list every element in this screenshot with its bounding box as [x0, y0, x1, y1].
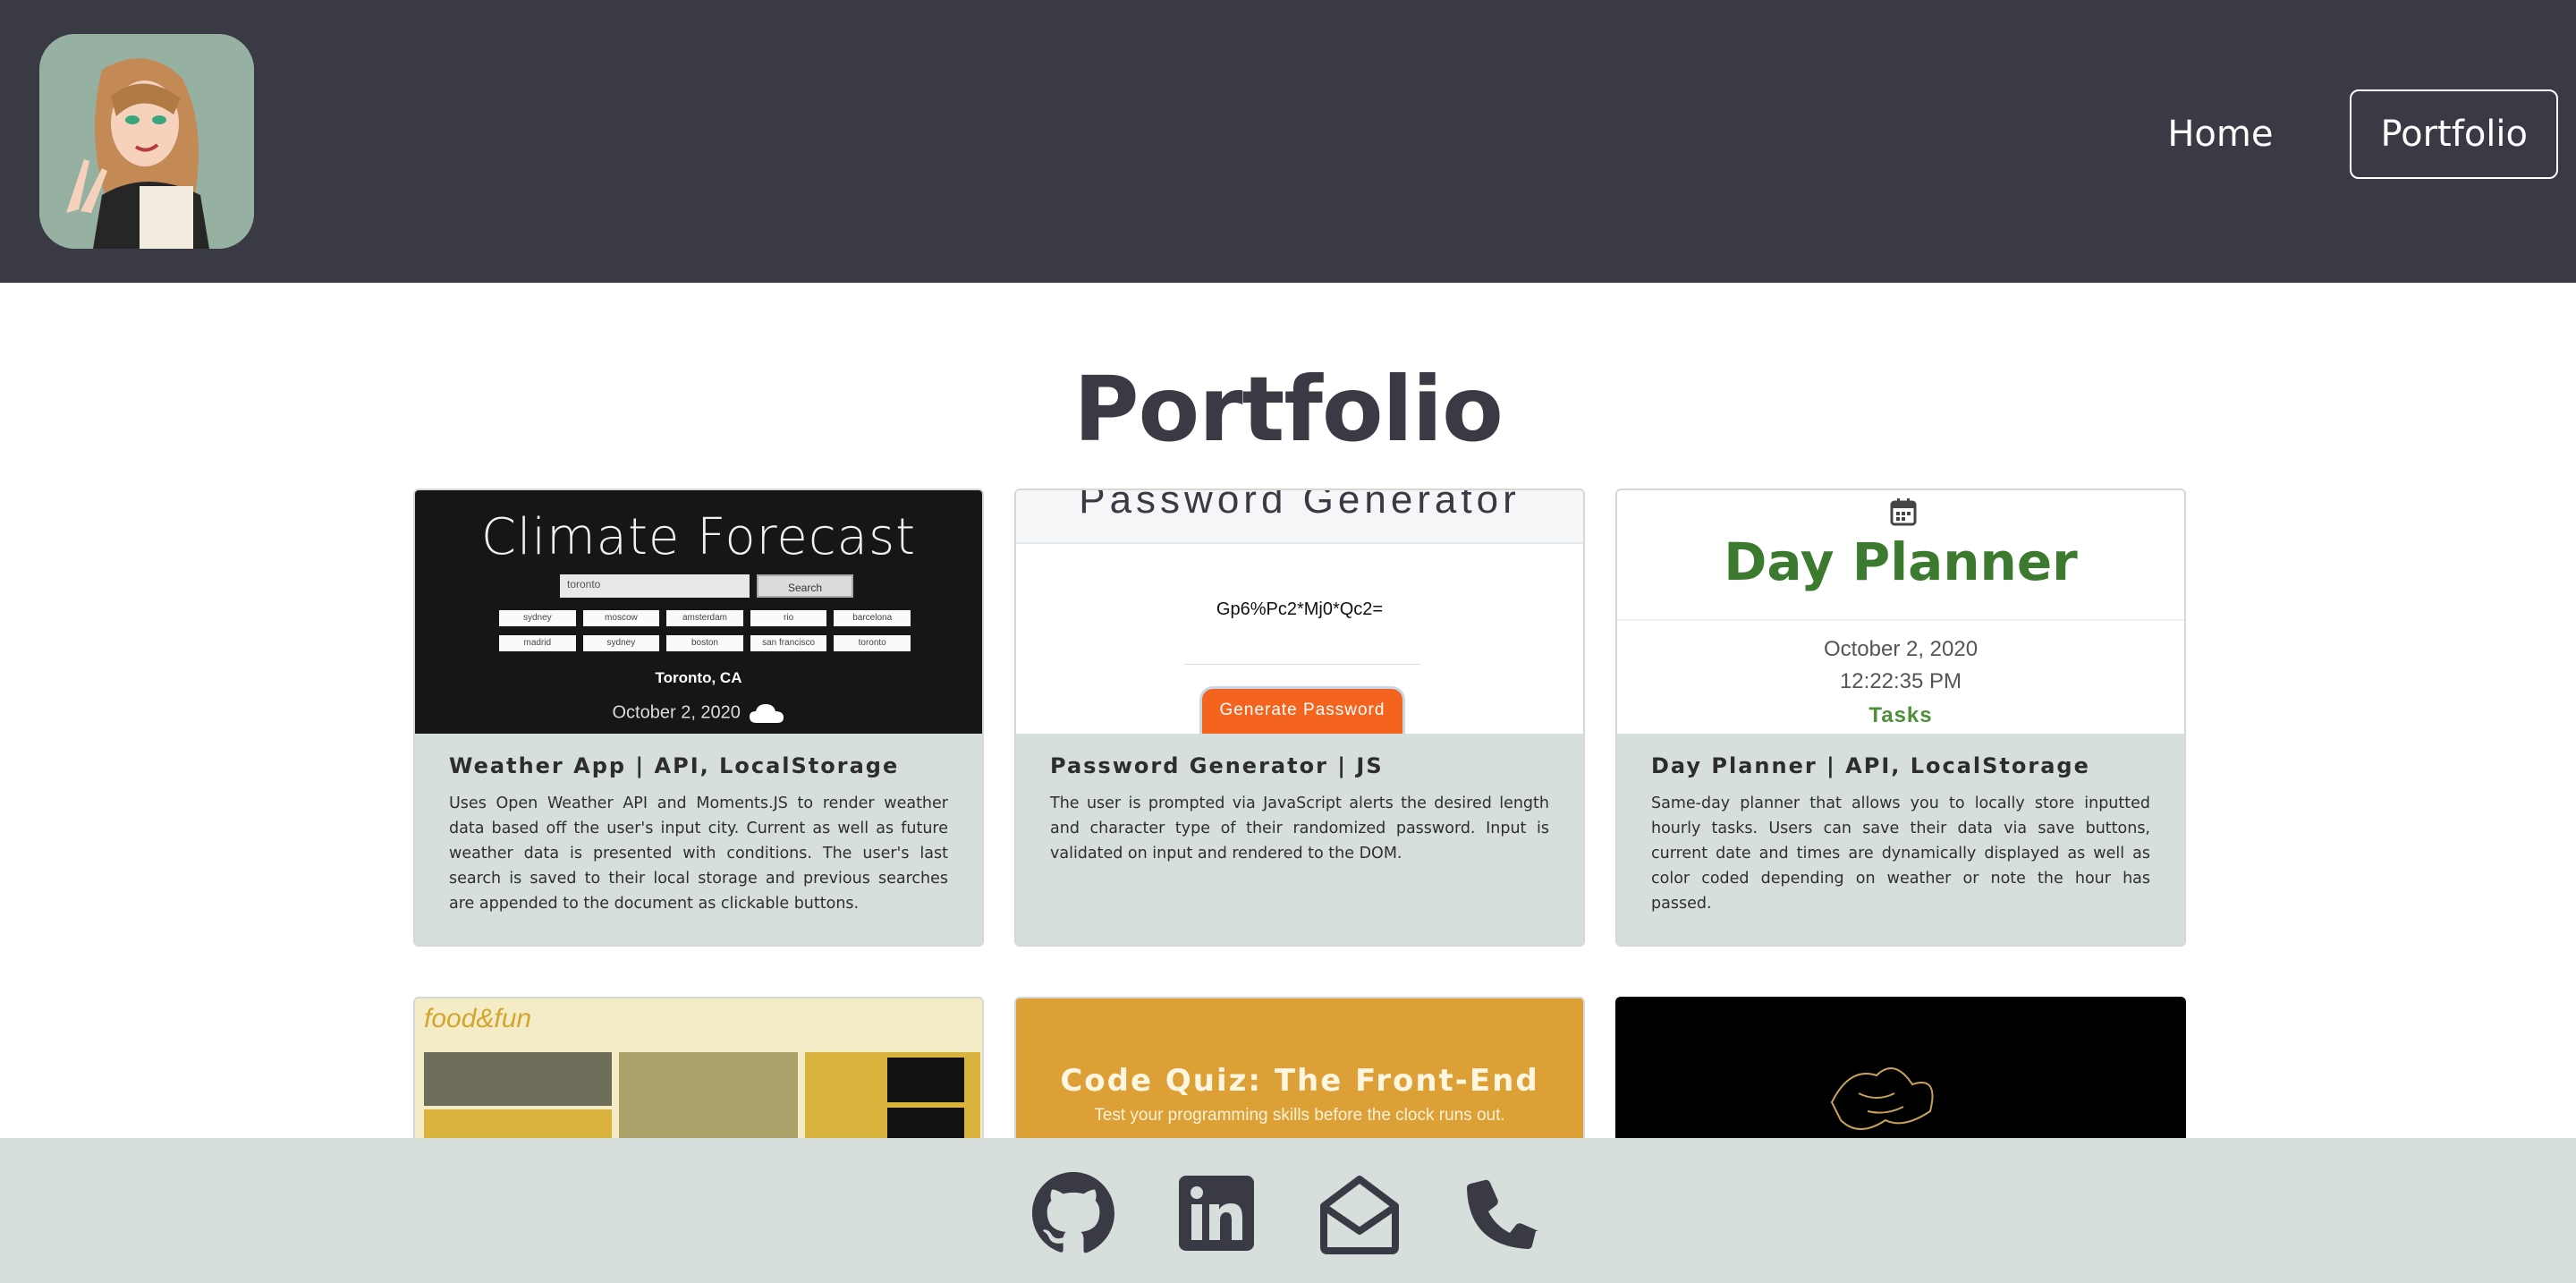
divider — [1184, 664, 1420, 665]
planner-thumb-time: 12:22:35 PM — [1839, 669, 1962, 693]
card-title: Day Planner | API, LocalStorage — [1651, 753, 2090, 778]
password-thumb-button: Generate Password — [1202, 689, 1402, 734]
planner-thumb-tasks: Tasks — [1868, 703, 1933, 727]
quiz-thumb-subtitle: Test your programming skills before the … — [1094, 1106, 1505, 1125]
card-title: Weather App | API, LocalStorage — [449, 753, 900, 778]
history-chip: toronto — [834, 635, 911, 651]
planner-thumb-datetime: October 2, 2020 12:22:35 PM — [1617, 633, 2184, 698]
phone-link[interactable] — [1460, 1170, 1546, 1256]
history-chip: boston — [666, 635, 743, 651]
avatar[interactable] — [39, 34, 254, 249]
github-link[interactable] — [1030, 1170, 1116, 1256]
history-chip: moscow — [582, 610, 660, 626]
phone-icon — [1467, 1179, 1538, 1249]
site-header: Home Portfolio — [0, 0, 2576, 283]
weather-app-screenshot[interactable]: Climate Forecast toronto Search sydney m… — [415, 490, 982, 734]
social-links — [0, 1170, 2576, 1256]
main-nav: Home Portfolio — [2137, 89, 2558, 179]
food-fun-brand: food&fun — [424, 1004, 532, 1033]
food-fun-search-panel — [424, 1052, 612, 1106]
card-description: Uses Open Weather API and Moments.JS to … — [449, 794, 948, 913]
project-card-day-planner[interactable]: Day Planner October 2, 2020 12:22:35 PM … — [1615, 489, 2186, 947]
card-title: Password Generator | JS — [1050, 753, 1384, 778]
weather-thumb-city: Toronto, CA — [655, 669, 742, 686]
weather-thumb-search: toronto — [560, 574, 750, 598]
project-card-weather[interactable]: Climate Forecast toronto Search sydney m… — [413, 489, 984, 947]
page-title: Portfolio — [1073, 357, 1504, 462]
password-thumb-value: Gp6%Pc2*Mj0*Qc2= — [1216, 599, 1384, 619]
card-body: Day Planner | API, LocalStorage Same-day… — [1617, 734, 2184, 945]
history-chip: barcelona — [834, 610, 911, 626]
calendar-icon — [1890, 498, 1917, 526]
history-chip: sydney — [582, 635, 660, 651]
weather-thumb-date: October 2, 2020 — [415, 701, 982, 725]
divider — [1617, 619, 2184, 621]
card-body: Password Generator | JS The user is prom… — [1016, 734, 1583, 945]
project-card-password[interactable]: Password Generator Gp6%Pc2*Mj0*Qc2= Gene… — [1014, 489, 1585, 947]
history-chip: san francisco — [750, 635, 827, 651]
linkedin-icon — [1179, 1176, 1254, 1251]
history-chip: sydney — [499, 610, 576, 626]
site-footer — [0, 1138, 2576, 1283]
weather-thumb-heading: Climate Forecast — [480, 508, 917, 566]
envelope-open-icon — [1320, 1176, 1399, 1254]
password-thumb-heading: Password Generator — [1079, 490, 1521, 522]
planner-thumb-heading: Day Planner — [1724, 531, 2078, 592]
nav-home-link[interactable]: Home — [2137, 89, 2303, 179]
planner-thumb-date: October 2, 2020 — [1823, 637, 1979, 661]
card-description: The user is prompted via JavaScript aler… — [1050, 794, 1549, 862]
email-link[interactable] — [1317, 1170, 1402, 1256]
weather-thumb-search-button: Search — [757, 574, 853, 598]
food-fun-event-image — [887, 1058, 964, 1102]
github-icon — [1032, 1172, 1114, 1253]
history-chip: madrid — [499, 635, 576, 651]
linkedin-link[interactable] — [1174, 1170, 1259, 1256]
password-generator-screenshot[interactable]: Password Generator Gp6%Pc2*Mj0*Qc2= Gene… — [1016, 490, 1583, 734]
avatar-illustration — [39, 34, 254, 249]
cloud-icon — [749, 704, 784, 723]
day-planner-screenshot[interactable]: Day Planner October 2, 2020 12:22:35 PM … — [1617, 490, 2184, 734]
card-description: Same-day planner that allows you to loca… — [1651, 794, 2150, 913]
weather-thumb-date-text: October 2, 2020 — [612, 702, 741, 723]
weather-thumb-history: sydney moscow amsterdam rio barcelona ma… — [499, 610, 911, 651]
history-chip: rio — [750, 610, 827, 626]
history-chip: amsterdam — [666, 610, 743, 626]
quiz-thumb-heading: Code Quiz: The Front-End — [1060, 1063, 1539, 1099]
card-body: Weather App | API, LocalStorage Uses Ope… — [415, 734, 982, 945]
nav-portfolio-link[interactable]: Portfolio — [2350, 89, 2558, 179]
